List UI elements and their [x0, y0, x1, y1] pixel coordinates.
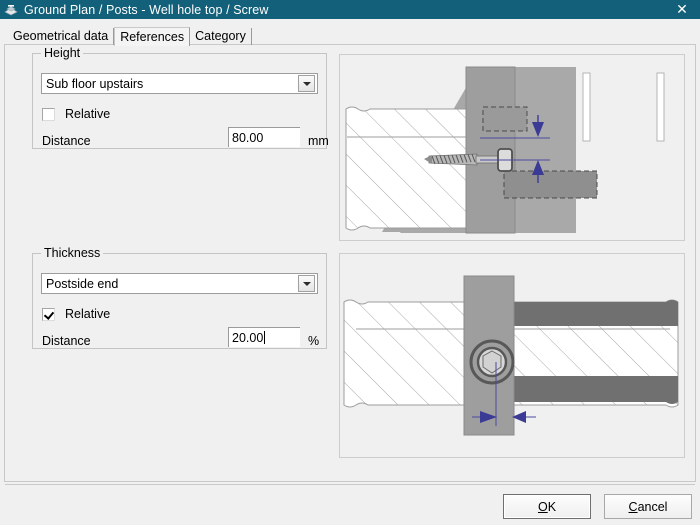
cancel-button-label: Cancel: [628, 499, 668, 514]
tab-page-references: Height Sub floor upstairs Relative Dista…: [4, 44, 696, 482]
height-distance-unit: mm: [308, 134, 329, 148]
height-reference-combobox[interactable]: Sub floor upstairs: [41, 73, 318, 94]
ok-button-label: OK: [537, 499, 557, 514]
preview-plan: [339, 253, 685, 458]
footer-buttons: OK Cancel: [503, 494, 692, 519]
preview-elevation: [339, 54, 685, 241]
tab-category[interactable]: Category: [190, 28, 252, 45]
text-caret: [264, 331, 266, 344]
chevron-down-icon[interactable]: [298, 75, 315, 92]
thickness-reference-value: Postside end: [46, 276, 119, 291]
group-height-label: Height: [41, 47, 84, 60]
thickness-distance-input[interactable]: 20.00: [228, 327, 300, 347]
footer-separator: [5, 484, 695, 485]
thickness-distance-value: 20.00: [232, 330, 264, 345]
height-distance-value: 80.00: [232, 130, 264, 145]
group-thickness-label: Thickness: [41, 247, 104, 260]
thickness-distance-unit: %: [308, 334, 320, 348]
window-title: Ground Plan / Posts - Well hole top / Sc…: [24, 2, 269, 17]
height-relative-checkbox-row[interactable]: Relative: [42, 107, 110, 121]
title-bar: Ground Plan / Posts - Well hole top / Sc…: [0, 0, 700, 19]
tab-strip: Geometrical data References Category: [0, 25, 700, 46]
thickness-relative-checkbox-row[interactable]: Relative: [42, 307, 110, 321]
close-icon[interactable]: ✕: [664, 0, 700, 19]
cancel-button[interactable]: Cancel: [604, 494, 692, 519]
thickness-relative-checkbox[interactable]: [42, 307, 55, 321]
thickness-reference-combobox[interactable]: Postside end: [41, 273, 318, 294]
height-reference-value: Sub floor upstairs: [46, 76, 144, 91]
thickness-relative-label: Relative: [65, 307, 111, 321]
height-distance-input[interactable]: 80.00: [228, 127, 300, 147]
height-relative-checkbox[interactable]: [42, 107, 55, 121]
thickness-distance-label: Distance: [42, 334, 91, 348]
dialog-window: Ground Plan / Posts - Well hole top / Sc…: [0, 0, 700, 525]
height-distance-label: Distance: [42, 134, 91, 148]
tab-references[interactable]: References: [114, 27, 191, 46]
tab-geometrical-data[interactable]: Geometrical data: [8, 28, 115, 45]
height-relative-label: Relative: [65, 107, 111, 121]
chevron-down-icon[interactable]: [298, 275, 315, 292]
app-icon: [3, 2, 19, 18]
ok-button[interactable]: OK: [503, 494, 591, 519]
